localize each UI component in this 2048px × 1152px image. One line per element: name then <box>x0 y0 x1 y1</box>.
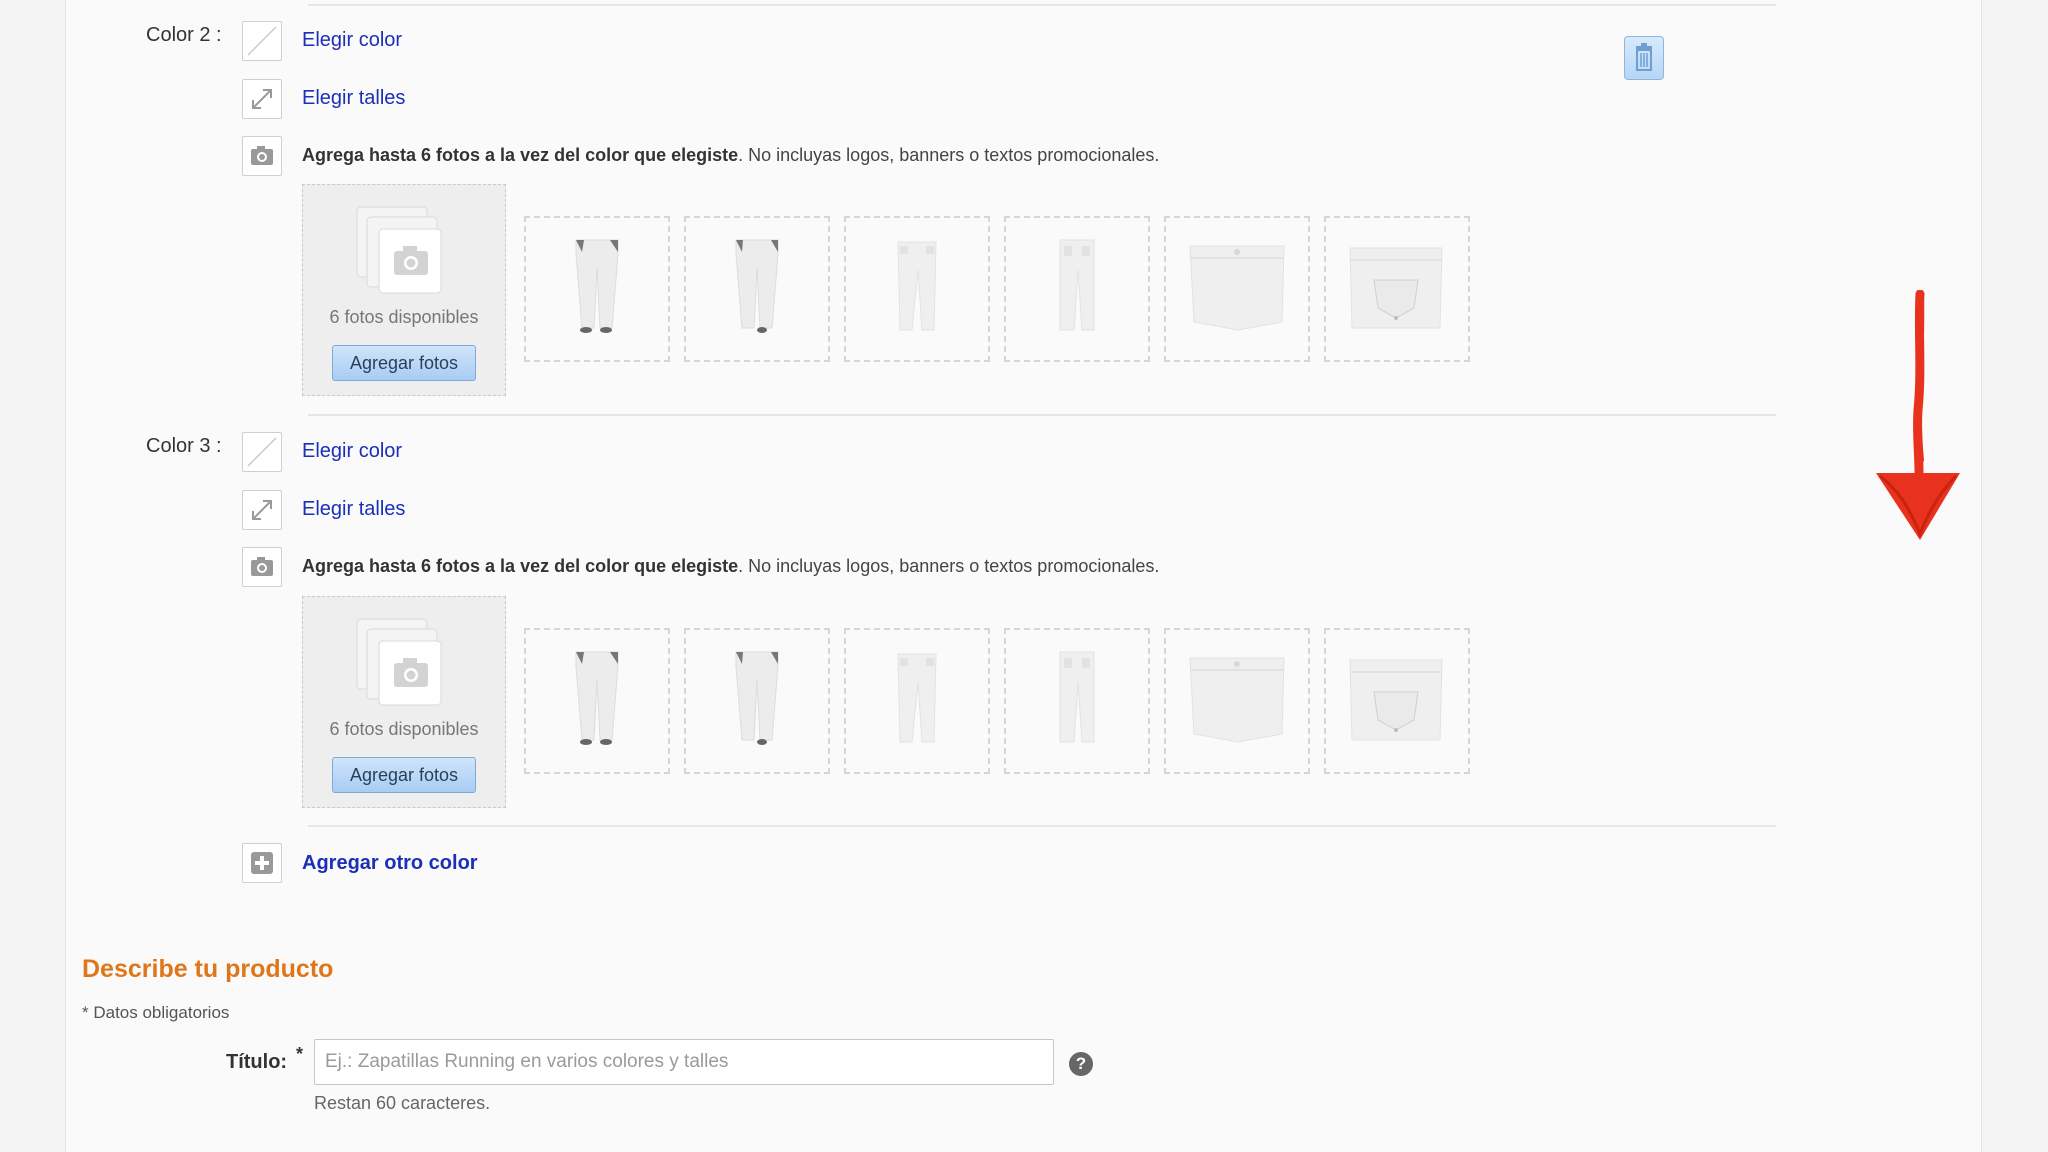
photo-slot-back[interactable] <box>684 216 830 362</box>
delete-color-button[interactable] <box>1624 36 1664 80</box>
resize-icon <box>242 490 282 530</box>
pants-front-icon <box>575 239 619 333</box>
pants-side-back-icon <box>1059 239 1095 331</box>
photo-instructions-rest: . No incluyas logos, banners o textos pr… <box>738 556 1160 576</box>
title-input[interactable] <box>314 1039 1054 1085</box>
photo-slot-side-back[interactable] <box>1004 216 1150 362</box>
color-swatch-empty-icon[interactable] <box>242 432 282 472</box>
photo-stack-icon <box>356 618 442 706</box>
photo-slot-waist[interactable] <box>1164 628 1310 774</box>
pants-front-icon <box>575 651 619 745</box>
color-swatch-empty-icon[interactable] <box>242 21 282 61</box>
resize-icon <box>242 79 282 119</box>
available-photos-text: 6 fotos disponibles <box>329 719 479 739</box>
choose-sizes-link[interactable]: Elegir talles <box>302 498 405 521</box>
color-label: Color 3 : <box>146 435 222 457</box>
camera-icon <box>242 547 282 587</box>
choose-sizes-link[interactable]: Elegir talles <box>302 87 405 110</box>
photo-slot-side[interactable] <box>844 216 990 362</box>
divider <box>308 825 1776 827</box>
photo-slot-side[interactable] <box>844 628 990 774</box>
required-mark: * <box>296 1044 304 1064</box>
photo-instructions-bold: Agrega hasta 6 fotos a la vez del color … <box>302 145 739 165</box>
chars-remaining: Restan 60 caracteres. <box>314 1093 491 1113</box>
available-photos-text: 6 fotos disponibles <box>329 307 479 327</box>
pants-back-icon <box>735 651 779 745</box>
page-content: Color 2 : Elegir color Elegir talles Agr… <box>65 0 1982 1152</box>
divider <box>308 4 1776 6</box>
photo-uploader[interactable]: 6 fotos disponibles Agregar fotos <box>302 184 506 396</box>
pants-back-icon <box>735 239 779 333</box>
photo-instructions-bold: Agrega hasta 6 fotos a la vez del color … <box>302 556 739 576</box>
required-note: * Datos obligatorios <box>82 1003 230 1022</box>
pants-pocket-icon <box>1349 659 1443 741</box>
photo-uploader[interactable]: 6 fotos disponibles Agregar fotos <box>302 596 506 808</box>
photo-slot-back[interactable] <box>684 628 830 774</box>
photo-slot-front[interactable] <box>524 216 670 362</box>
down-arrow-icon <box>1876 290 1960 540</box>
pants-waist-icon <box>1189 245 1285 331</box>
pants-side-icon <box>897 241 937 331</box>
camera-icon <box>242 136 282 176</box>
add-photos-button[interactable]: Agregar fotos <box>332 757 476 793</box>
photo-slot-front[interactable] <box>524 628 670 774</box>
pants-pocket-icon <box>1349 247 1443 329</box>
choose-color-link[interactable]: Elegir color <box>302 440 402 463</box>
pants-side-back-icon <box>1059 651 1095 743</box>
photo-stack-icon <box>356 206 442 294</box>
section-title: Describe tu producto <box>82 955 334 983</box>
pants-waist-icon <box>1189 657 1285 743</box>
add-photos-button[interactable]: Agregar fotos <box>332 345 476 381</box>
photo-instructions-rest: . No incluyas logos, banners o textos pr… <box>738 145 1160 165</box>
pants-side-icon <box>897 653 937 743</box>
choose-color-link[interactable]: Elegir color <box>302 29 402 52</box>
title-field-label: Título: <box>226 1051 288 1073</box>
photo-instructions: Agrega hasta 6 fotos a la vez del color … <box>302 145 1159 166</box>
photo-slot-side-back[interactable] <box>1004 628 1150 774</box>
photo-slot-waist[interactable] <box>1164 216 1310 362</box>
trash-icon <box>1636 43 1652 71</box>
add-other-color-link[interactable]: Agregar otro color <box>302 852 478 875</box>
photo-instructions: Agrega hasta 6 fotos a la vez del color … <box>302 556 1159 577</box>
photo-slot-pocket[interactable] <box>1324 628 1470 774</box>
color-label: Color 2 : <box>146 24 222 46</box>
help-icon[interactable]: ? <box>1069 1052 1093 1076</box>
plus-icon[interactable] <box>242 843 282 883</box>
photo-slot-pocket[interactable] <box>1324 216 1470 362</box>
divider <box>308 414 1776 416</box>
